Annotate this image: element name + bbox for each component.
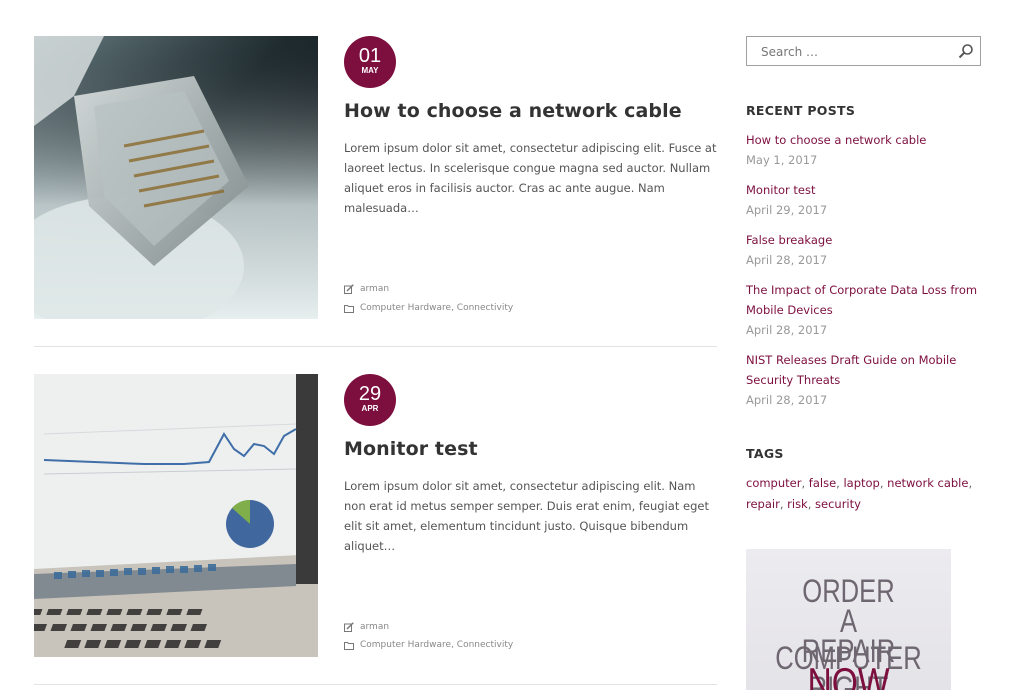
recent-post-link[interactable]: False breakage — [746, 230, 986, 250]
list-item: The Impact of Corporate Data Loss from M… — [746, 280, 986, 340]
post-thumbnail-monitor[interactable] — [34, 374, 318, 657]
recent-post-date: April 28, 2017 — [746, 253, 828, 267]
banner-line-accent: NOW — [807, 659, 890, 690]
recent-post-link[interactable]: Monitor test — [746, 180, 986, 200]
recent-post-link[interactable]: NIST Releases Draft Guide on Mobile Secu… — [746, 350, 986, 390]
recent-posts-list: How to choose a network cable May 1, 201… — [746, 130, 986, 420]
post-date-day: 01 — [358, 45, 382, 67]
category-link[interactable]: Connectivity — [457, 640, 513, 650]
recent-post-date: April 28, 2017 — [746, 323, 828, 337]
promo-banner[interactable]: ORDER A COMPUTER REPAIR RIGHT NOW — [746, 549, 951, 690]
post-excerpt: Lorem ipsum dolor sit amet, consectetur … — [344, 479, 709, 553]
post-date-badge: 29 APR — [344, 374, 396, 426]
post-date-badge: 01 MAY — [344, 36, 396, 88]
post-title[interactable]: How to choose a network cable — [344, 100, 717, 122]
post-categories: Computer Hardware, Connectivity — [344, 640, 513, 650]
post-date-month: APR — [361, 404, 379, 413]
recent-post-link[interactable]: The Impact of Corporate Data Loss from M… — [746, 280, 986, 320]
tags-heading: TAGS — [746, 446, 784, 461]
category-link[interactable]: Computer Hardware — [360, 303, 451, 313]
list-item: NIST Releases Draft Guide on Mobile Secu… — [746, 350, 986, 410]
tag-link[interactable]: repair — [746, 497, 780, 511]
post-divider — [34, 346, 717, 347]
tag-link[interactable]: false — [809, 476, 836, 490]
recent-post-date: April 28, 2017 — [746, 393, 828, 407]
search-icon[interactable] — [958, 43, 974, 64]
post-divider — [34, 684, 717, 685]
tag-link[interactable]: network cable — [887, 476, 968, 490]
category-link[interactable]: Connectivity — [457, 303, 513, 313]
post-title[interactable]: Monitor test — [344, 438, 717, 460]
post-date-month: MAY — [361, 66, 379, 75]
post-author-name[interactable]: arman — [360, 284, 389, 294]
tag-link[interactable]: security — [815, 497, 861, 511]
search-input[interactable] — [759, 44, 953, 60]
post-author: arman — [344, 622, 389, 632]
post-2: 29 APR Monitor test Lorem ipsum dolor si… — [34, 374, 717, 657]
recent-posts-heading: RECENT POSTS — [746, 103, 856, 118]
post-1: 01 MAY How to choose a network cable Lor… — [34, 36, 717, 319]
post-date-day: 29 — [358, 383, 382, 405]
tag-cloud: computer, false, laptop, network cable, … — [746, 476, 973, 511]
post-categories: Computer Hardware, Connectivity — [344, 303, 513, 313]
edit-icon — [344, 284, 354, 294]
post-excerpt: Lorem ipsum dolor sit amet, consectetur … — [344, 141, 717, 215]
list-item: Monitor test April 29, 2017 — [746, 180, 986, 220]
post-author-name[interactable]: arman — [360, 622, 389, 632]
folder-icon — [344, 641, 354, 650]
recent-post-date: April 29, 2017 — [746, 203, 828, 217]
category-link[interactable]: Computer Hardware — [360, 640, 451, 650]
list-item: False breakage April 28, 2017 — [746, 230, 986, 270]
list-item: How to choose a network cable May 1, 201… — [746, 130, 986, 170]
folder-icon — [344, 304, 354, 313]
edit-icon — [344, 622, 354, 632]
post-thumbnail-cable[interactable] — [34, 36, 318, 319]
recent-post-link[interactable]: How to choose a network cable — [746, 130, 986, 150]
post-author: arman — [344, 284, 389, 294]
tag-link[interactable]: laptop — [843, 476, 879, 490]
tag-link[interactable]: computer — [746, 476, 801, 490]
recent-post-date: May 1, 2017 — [746, 153, 818, 167]
tag-link[interactable]: risk — [787, 497, 808, 511]
search-box — [746, 36, 981, 66]
